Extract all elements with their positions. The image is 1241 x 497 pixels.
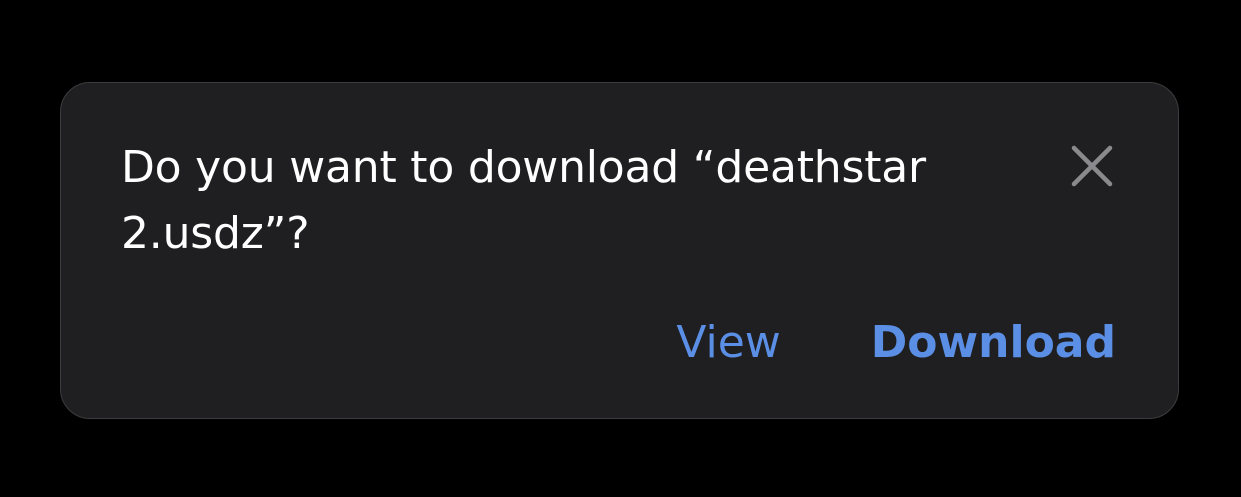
- view-button[interactable]: View: [676, 315, 780, 371]
- close-icon: [1071, 145, 1113, 187]
- dialog-actions: View Download: [676, 315, 1116, 371]
- close-button[interactable]: [1069, 143, 1115, 189]
- download-button[interactable]: Download: [871, 315, 1116, 371]
- download-dialog: Do you want to download “deathstar 2.usd…: [60, 82, 1179, 419]
- download-prompt-text: Do you want to download “deathstar 2.usd…: [121, 142, 926, 259]
